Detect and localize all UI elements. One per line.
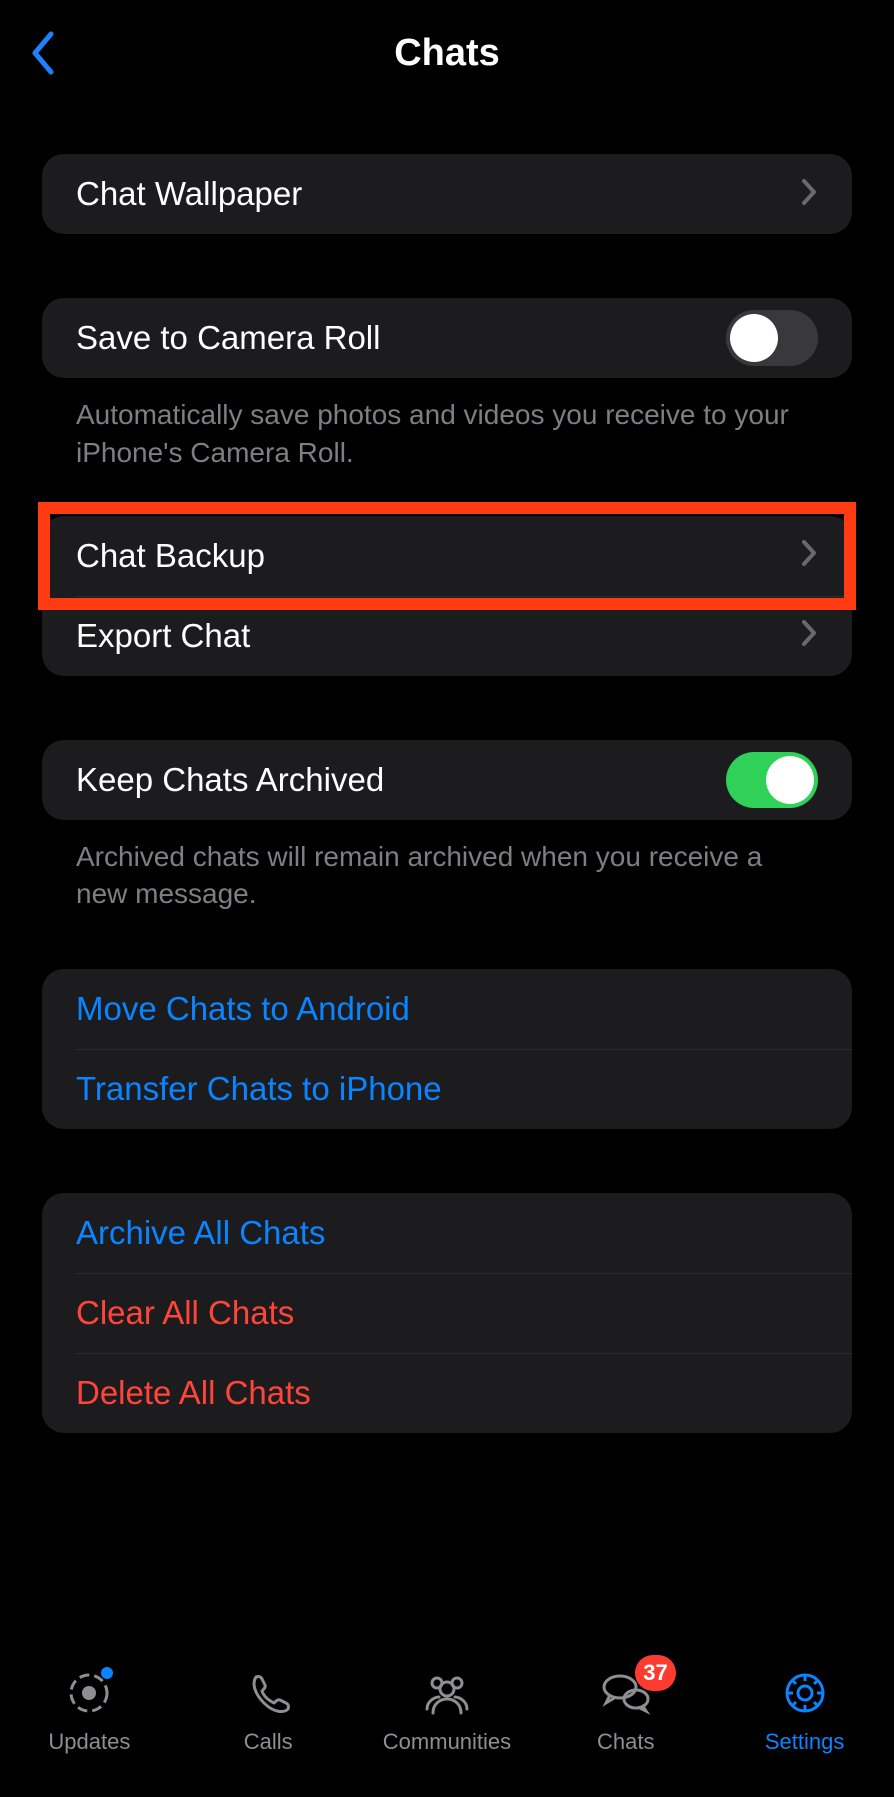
row-label: Delete All Chats (76, 1374, 311, 1412)
row-move-android[interactable]: Move Chats to Android (42, 969, 852, 1049)
header-bar: Chats (0, 0, 894, 110)
row-archive-all[interactable]: Archive All Chats (42, 1193, 852, 1273)
group-archive-toggle: Keep Chats Archived Archived chats will … (42, 740, 852, 914)
page-title: Chats (394, 32, 500, 75)
cell-group: Move Chats to Android Transfer Chats to … (42, 969, 852, 1129)
row-export-chat[interactable]: Export Chat (42, 596, 852, 676)
footer-keep-archived: Archived chats will remain archived when… (42, 820, 852, 914)
status-icon (61, 1665, 117, 1721)
row-label: Clear All Chats (76, 1294, 294, 1332)
row-label: Chat Wallpaper (76, 175, 302, 213)
gear-icon (777, 1665, 833, 1721)
tab-communities[interactable]: Communities (372, 1665, 522, 1755)
badge-count: 37 (635, 1655, 675, 1691)
tab-bar: Updates Calls Communities (0, 1647, 894, 1797)
row-clear-all[interactable]: Clear All Chats (42, 1273, 852, 1353)
row-label: Archive All Chats (76, 1214, 325, 1252)
row-chat-wallpaper[interactable]: Chat Wallpaper (42, 154, 852, 234)
settings-content: Chat Wallpaper Save to Camera Roll Autom… (0, 154, 894, 1433)
group-danger: Archive All Chats Clear All Chats Delete… (42, 1193, 852, 1433)
row-delete-all[interactable]: Delete All Chats (42, 1353, 852, 1433)
row-label: Save to Camera Roll (76, 319, 380, 357)
cell-group: Save to Camera Roll (42, 298, 852, 378)
group-wallpaper: Chat Wallpaper (42, 154, 852, 234)
back-button[interactable] (18, 28, 68, 78)
tab-updates[interactable]: Updates (14, 1665, 164, 1755)
chevron-left-icon (29, 30, 57, 76)
chat-bubbles-icon: 37 (598, 1665, 654, 1721)
row-label: Transfer Chats to iPhone (76, 1070, 442, 1108)
tab-label: Communities (383, 1729, 511, 1755)
row-label: Chat Backup (76, 537, 265, 575)
row-transfer-iphone[interactable]: Transfer Chats to iPhone (42, 1049, 852, 1129)
people-group-icon (419, 1665, 475, 1721)
tab-calls[interactable]: Calls (193, 1665, 343, 1755)
chevron-right-icon (800, 618, 818, 653)
toggle-keep-archived[interactable] (726, 752, 818, 808)
tab-chats[interactable]: 37 Chats (551, 1665, 701, 1755)
chevron-right-icon (800, 177, 818, 212)
tab-label: Chats (597, 1729, 654, 1755)
tab-label: Settings (765, 1729, 845, 1755)
group-transfer: Move Chats to Android Transfer Chats to … (42, 969, 852, 1129)
cell-group: Chat Wallpaper (42, 154, 852, 234)
toggle-save-camera-roll[interactable] (726, 310, 818, 366)
chevron-right-icon (800, 538, 818, 573)
group-camera-backup: Save to Camera Roll Automatically save p… (42, 298, 852, 676)
cell-group: Chat Backup Export Chat (42, 516, 852, 676)
row-save-camera-roll[interactable]: Save to Camera Roll (42, 298, 852, 378)
tab-settings[interactable]: Settings (730, 1665, 880, 1755)
row-chat-backup[interactable]: Chat Backup (42, 516, 852, 596)
tab-label: Calls (244, 1729, 293, 1755)
cell-group: Keep Chats Archived (42, 740, 852, 820)
footer-camera-roll: Automatically save photos and videos you… (42, 378, 852, 472)
tab-label: Updates (48, 1729, 130, 1755)
row-keep-archived[interactable]: Keep Chats Archived (42, 740, 852, 820)
row-label: Move Chats to Android (76, 990, 410, 1028)
row-label: Keep Chats Archived (76, 761, 384, 799)
row-label: Export Chat (76, 617, 250, 655)
toggle-knob (730, 314, 778, 362)
cell-group: Archive All Chats Clear All Chats Delete… (42, 1193, 852, 1433)
phone-icon (240, 1665, 296, 1721)
toggle-knob (766, 756, 814, 804)
